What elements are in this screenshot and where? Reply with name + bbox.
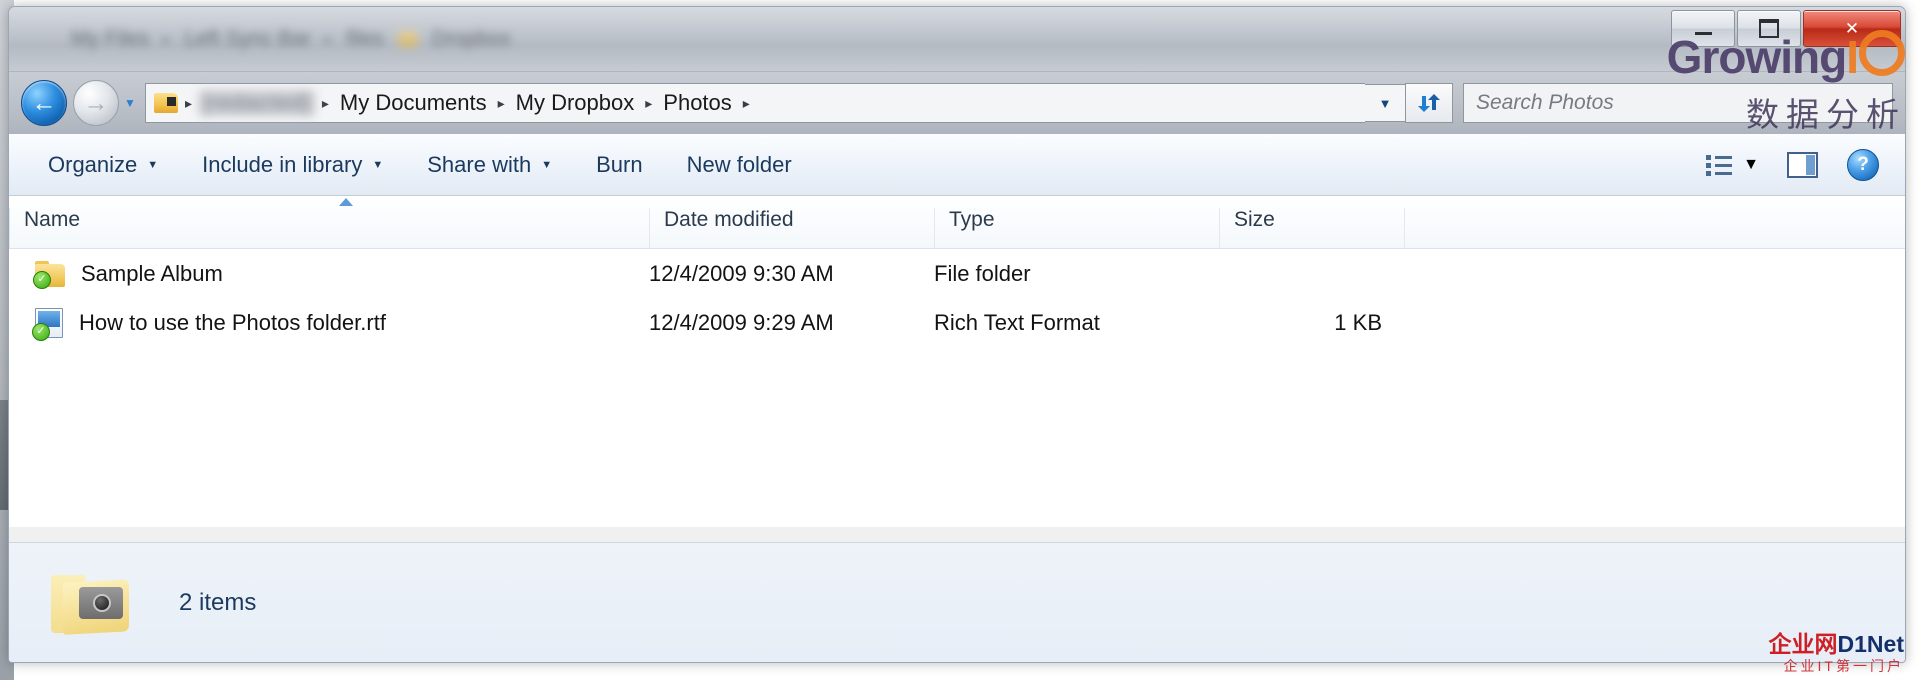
column-header-type[interactable]: Type — [934, 208, 1219, 248]
table-row[interactable]: ✓ How to use the Photos folder.rtf 12/4/… — [9, 298, 1905, 347]
burn-button[interactable]: Burn — [583, 147, 655, 183]
search-box[interactable] — [1463, 83, 1893, 123]
recent-locations-button[interactable]: ▼ — [119, 81, 141, 125]
share-with-label: Share with — [427, 151, 532, 177]
close-icon: ✕ — [1844, 18, 1860, 38]
breadcrumb-sep-4[interactable]: ▸ — [736, 95, 757, 112]
blur-seg-1: My Files — [71, 27, 150, 50]
blur-chevron-2: ▸ — [324, 31, 333, 48]
window-titlebar[interactable]: My Files ▸ Left Sync Bar ▸ files Dropbox… — [9, 7, 1905, 72]
blur-folder-icon — [397, 31, 418, 47]
column-header-name-label: Name — [24, 208, 81, 231]
column-header-name[interactable]: Name — [9, 208, 649, 248]
forward-button[interactable]: → — [73, 80, 119, 126]
titlebar-blurred-breadcrumb: My Files ▸ Left Sync Bar ▸ files Dropbox — [71, 27, 511, 51]
toolbar-right-group: ▼ ? — [1699, 134, 1885, 195]
breadcrumb-item-1[interactable]: My Documents — [336, 90, 491, 116]
breadcrumb-item-3[interactable]: Photos — [659, 90, 736, 116]
refresh-button[interactable] — [1405, 83, 1453, 123]
search-input[interactable] — [1474, 90, 1882, 116]
show-preview-pane-button[interactable] — [1781, 147, 1825, 183]
organize-button[interactable]: Organize ▼ — [35, 147, 171, 183]
breadcrumb-sep-1[interactable]: ▸ — [315, 95, 336, 112]
chevron-down-icon: ▼ — [1743, 155, 1759, 173]
breadcrumb-sep-3[interactable]: ▸ — [638, 95, 659, 112]
include-in-library-button[interactable]: Include in library ▼ — [189, 147, 396, 183]
close-button[interactable]: ✕ — [1803, 10, 1901, 47]
maximize-button[interactable] — [1737, 10, 1801, 47]
new-folder-label: New folder — [686, 151, 792, 177]
file-date-modified-cell: 12/4/2009 9:29 AM — [649, 309, 834, 335]
help-button[interactable]: ? — [1841, 145, 1885, 185]
minimize-icon — [1694, 31, 1712, 35]
maximize-icon — [1759, 19, 1779, 38]
burn-label: Burn — [596, 151, 643, 177]
column-header-size-label: Size — [1234, 208, 1275, 231]
item-count-label: 2 items — [179, 588, 257, 616]
dropbox-sync-check-icon: ✓ — [32, 322, 50, 341]
help-icon: ? — [1847, 148, 1879, 181]
breadcrumb-item-2[interactable]: My Dropbox — [512, 90, 639, 116]
table-row[interactable]: ✓ Sample Album 12/4/2009 9:30 AM File fo… — [9, 249, 1905, 298]
column-header-blank[interactable] — [1404, 208, 1864, 248]
command-toolbar: Organize ▼ Include in library ▼ Share wi… — [9, 134, 1905, 196]
file-type-cell: File folder — [934, 260, 1031, 286]
file-type-cell: Rich Text Format — [934, 309, 1100, 335]
forward-arrow-icon: → — [83, 88, 109, 117]
back-button[interactable]: ← — [21, 80, 67, 126]
blur-seg-2: Left Sync Bar — [184, 27, 311, 50]
preview-pane-icon — [1787, 151, 1818, 178]
chevron-down-icon: ▼ — [541, 158, 553, 171]
back-arrow-icon: ← — [31, 88, 57, 117]
sort-ascending-indicator-icon — [339, 198, 353, 206]
chevron-down-icon: ▼ — [372, 158, 384, 171]
chevron-down-icon: ▼ — [124, 96, 136, 110]
file-date-modified-cell: 12/4/2009 9:30 AM — [649, 260, 834, 286]
details-pane: 2 items — [9, 542, 1905, 662]
blur-seg-4: Dropbox — [431, 27, 512, 50]
file-list: ✓ Sample Album 12/4/2009 9:30 AM File fo… — [9, 249, 1905, 527]
refresh-icon — [1418, 94, 1440, 112]
window-controls: ✕ — [1671, 10, 1901, 47]
blur-chevron-1: ▸ — [163, 31, 171, 48]
chevron-down-icon: ▼ — [147, 158, 159, 171]
address-dropdown-button[interactable]: ▼ — [1365, 84, 1405, 122]
photos-folder-camera-icon — [49, 569, 135, 637]
include-in-library-label: Include in library — [202, 151, 363, 177]
breadcrumb-item-0[interactable]: [redacted] — [199, 90, 315, 116]
windows-explorer-window: My Files ▸ Left Sync Bar ▸ files Dropbox… — [8, 6, 1906, 663]
blur-seg-3: files — [346, 27, 384, 50]
view-list-icon — [1706, 154, 1733, 176]
file-name-label: Sample Album — [81, 260, 223, 286]
address-bar: ← → ▼ ▸ [redacted] ▸ My Documents ▸ My D… — [9, 72, 1905, 134]
column-header-date-modified[interactable]: Date modified — [649, 208, 934, 248]
chevron-down-icon: ▼ — [1378, 95, 1392, 111]
rtf-document-dropbox-synced-icon: ✓ — [32, 307, 63, 341]
folder-dropbox-synced-icon: ✓ — [33, 260, 65, 289]
breadcrumb-sep-2[interactable]: ▸ — [491, 95, 512, 112]
change-view-button[interactable]: ▼ — [1699, 148, 1765, 182]
file-name-label: How to use the Photos folder.rtf — [79, 309, 386, 335]
column-header-row: Name Date modified Type Size — [9, 196, 1905, 249]
file-name-cell[interactable]: ✓ Sample Album — [9, 260, 649, 289]
address-folder-icon — [154, 93, 178, 113]
file-name-cell[interactable]: ✓ How to use the Photos folder.rtf — [9, 307, 649, 341]
breadcrumb-sep-0[interactable]: ▸ — [178, 95, 199, 112]
organize-label: Organize — [48, 151, 138, 177]
column-header-date-modified-label: Date modified — [664, 208, 794, 231]
dropbox-sync-check-icon: ✓ — [33, 270, 51, 289]
breadcrumb[interactable]: ▸ [redacted] ▸ My Documents ▸ My Dropbox… — [145, 83, 1365, 123]
file-size-cell: 1 KB — [1334, 309, 1382, 335]
column-header-size[interactable]: Size — [1219, 208, 1404, 248]
minimize-button[interactable] — [1671, 10, 1735, 47]
column-header-type-label: Type — [949, 208, 995, 231]
new-folder-button[interactable]: New folder — [674, 147, 805, 183]
share-with-button[interactable]: Share with ▼ — [414, 147, 565, 183]
